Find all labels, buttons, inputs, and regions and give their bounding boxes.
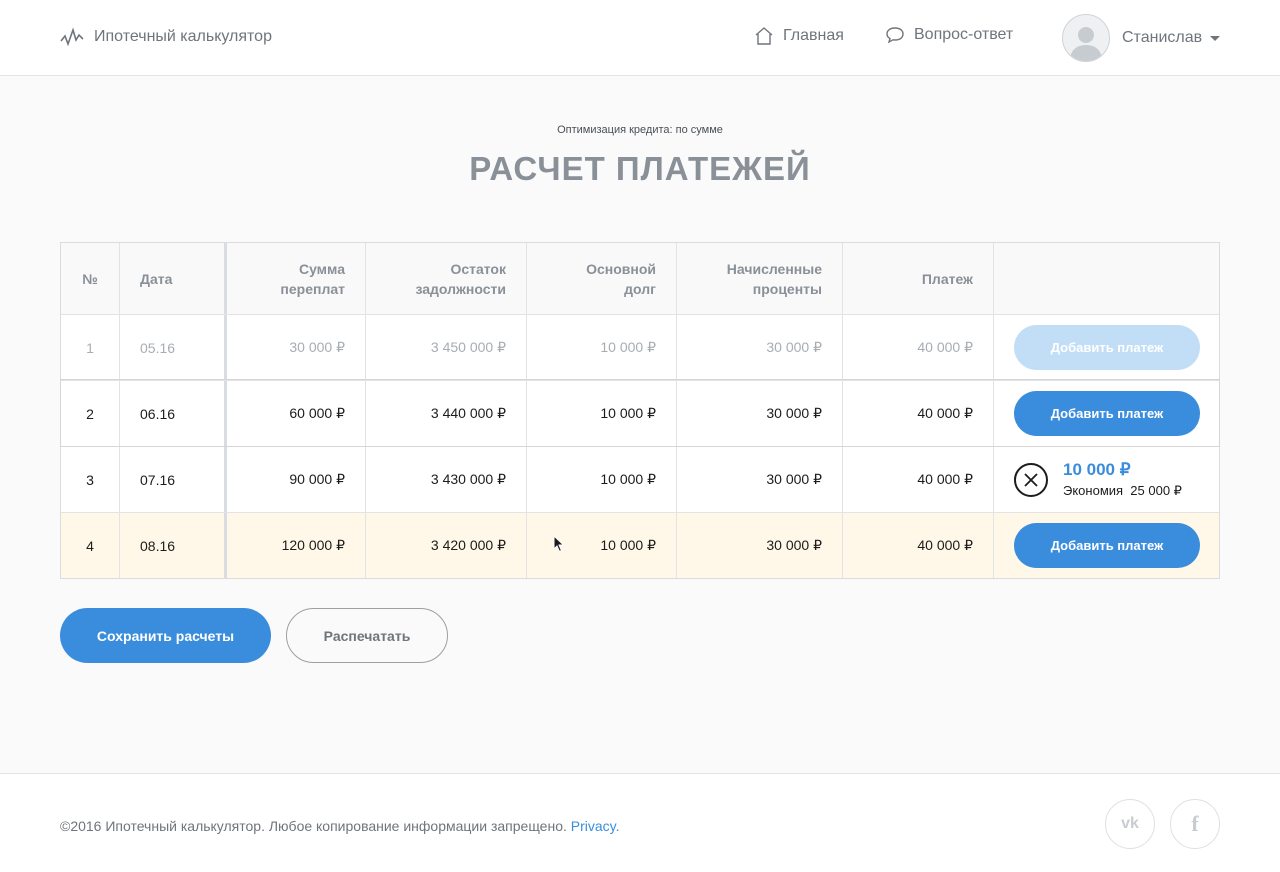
col-overpay-label: Сумма переплат	[280, 260, 345, 297]
chevron-down-icon	[1210, 35, 1221, 41]
table-row: 3 07.16 90 000 ₽ 3 430 000 ₽ 10 000 ₽ 30…	[61, 446, 1219, 512]
home-icon	[755, 27, 773, 45]
vk-icon[interactable]: vk	[1105, 799, 1155, 849]
row-principal: 10 000 ₽	[527, 315, 677, 380]
row-action: Добавить платеж	[994, 381, 1219, 446]
row-overpay: 60 000 ₽	[227, 381, 366, 446]
facebook-icon[interactable]: f	[1170, 799, 1220, 849]
avatar	[1062, 14, 1110, 62]
col-action	[994, 243, 1219, 314]
col-remainder-label: Остаток задолжности	[415, 260, 506, 297]
row-overpay: 30 000 ₽	[227, 315, 366, 380]
row-remainder: 3 430 000 ₽	[366, 447, 527, 512]
row-overpay: 90 000 ₽	[227, 447, 366, 512]
nav-home-label: Главная	[783, 27, 844, 44]
row-remainder: 3 450 000 ₽	[366, 315, 527, 380]
extra-saving-value: 25 000 ₽	[1130, 482, 1182, 498]
close-icon	[1024, 472, 1038, 487]
row-action: Добавить платеж	[994, 513, 1219, 578]
table-row: 2 06.16 60 000 ₽ 3 440 000 ₽ 10 000 ₽ 30…	[60, 379, 1220, 447]
table-row: 1 05.16 30 000 ₽ 3 450 000 ₽ 10 000 ₽ 30…	[61, 314, 1219, 380]
extra-saving-label: Экономия	[1063, 482, 1124, 498]
row-payment: 40 000 ₽	[843, 447, 994, 512]
logo[interactable]: Ипотечный калькулятор	[60, 27, 272, 47]
extra-saving: Экономия 25 000 ₽	[1063, 482, 1182, 500]
extra-payment: 10 000 ₽ Экономия 25 000 ₽	[1014, 460, 1182, 500]
remove-extra-payment-button[interactable]	[1014, 462, 1048, 497]
row-date: 07.16	[120, 447, 227, 512]
copyright: ©2016 Ипотечный калькулятор. Любое копир…	[60, 818, 620, 834]
col-payment: Платеж	[843, 243, 994, 314]
nav-home[interactable]: Главная	[754, 26, 844, 46]
row-interest: 30 000 ₽	[677, 315, 843, 380]
extra-payment-amount: 10 000 ₽	[1063, 459, 1131, 479]
row-principal: 10 000 ₽	[527, 381, 677, 446]
row-action: 10 000 ₽ Экономия 25 000 ₽	[994, 447, 1219, 512]
row-action: Добавить платеж	[994, 315, 1219, 380]
privacy-link[interactable]: Privacy.	[571, 818, 620, 834]
site-header: Ипотечный калькулятор Главная Вопрос-отв…	[0, 0, 1280, 76]
nav-faq-label: Вопрос-ответ	[914, 26, 1014, 43]
col-remainder: Остаток задолжности	[366, 243, 527, 314]
nav-faq[interactable]: Вопрос-ответ	[885, 26, 1013, 44]
col-num: №	[61, 243, 120, 314]
print-button[interactable]: Распечатать	[286, 608, 448, 663]
mouse-cursor-icon	[553, 535, 565, 553]
table-row: 4 08.16 120 000 ₽ 3 420 000 ₽ 10 000 ₽ 3…	[61, 512, 1219, 578]
user-silhouette-icon	[1070, 27, 1102, 61]
logo-text: Ипотечный калькулятор	[94, 28, 272, 45]
logo-icon	[60, 27, 84, 47]
table-header: № Дата Сумма переплат Остаток задолжност…	[61, 243, 1219, 314]
row-principal: 10 000 ₽	[527, 447, 677, 512]
row-date: 05.16	[120, 315, 227, 380]
row-date: 08.16	[120, 513, 227, 578]
speech-bubble-icon	[886, 27, 904, 44]
row-interest: 30 000 ₽	[677, 513, 843, 578]
row-payment: 40 000 ₽	[843, 513, 994, 578]
col-principal-label: Основной долг	[586, 260, 656, 297]
row-num: 4	[61, 513, 120, 578]
row-payment: 40 000 ₽	[843, 381, 994, 446]
row-num: 2	[61, 381, 120, 446]
row-interest: 30 000 ₽	[677, 381, 843, 446]
row-overpay: 120 000 ₽	[227, 513, 366, 578]
col-interest: Начисленные проценты	[677, 243, 843, 314]
extra-payment-info: 10 000 ₽ Экономия 25 000 ₽	[1063, 460, 1182, 500]
page-title: РАСЧЕТ ПЛАТЕЖЕЙ	[469, 150, 811, 187]
col-date: Дата	[120, 243, 227, 314]
copyright-text: ©2016 Ипотечный калькулятор. Любое копир…	[60, 818, 567, 834]
row-date: 06.16	[120, 381, 227, 446]
add-payment-button[interactable]: Добавить платеж	[1014, 523, 1200, 568]
user-name: Станислав	[1122, 29, 1203, 46]
row-num: 3	[61, 447, 120, 512]
row-principal: 10 000 ₽	[527, 513, 677, 578]
row-payment: 40 000 ₽	[843, 315, 994, 380]
optimization-subtitle: Оптимизация кредита: по сумме	[557, 124, 723, 136]
col-overpay: Сумма переплат	[227, 243, 366, 314]
row-remainder: 3 420 000 ₽	[366, 513, 527, 578]
col-principal: Основной долг	[527, 243, 677, 314]
user-menu[interactable]: Станислав	[1062, 14, 1221, 62]
row-interest: 30 000 ₽	[677, 447, 843, 512]
save-calculations-button[interactable]: Сохранить расчеты	[60, 608, 271, 663]
row-remainder: 3 440 000 ₽	[366, 381, 527, 446]
payments-table: № Дата Сумма переплат Остаток задолжност…	[60, 242, 1220, 579]
row-num: 1	[61, 315, 120, 380]
col-interest-label: Начисленные проценты	[726, 260, 822, 297]
add-payment-button: Добавить платеж	[1014, 325, 1200, 370]
site-footer: ©2016 Ипотечный калькулятор. Любое копир…	[0, 773, 1280, 872]
add-payment-button[interactable]: Добавить платеж	[1014, 391, 1200, 436]
